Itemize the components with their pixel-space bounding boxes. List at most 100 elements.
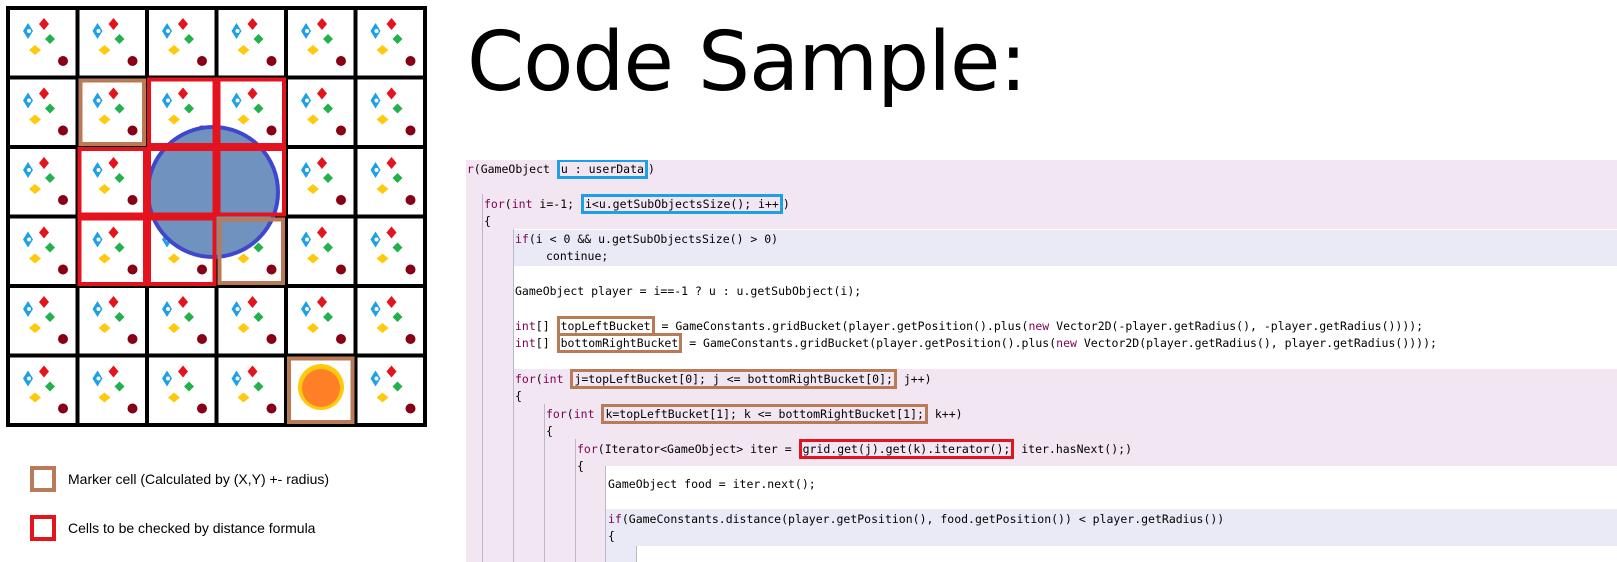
blue-item-highlight [166, 98, 170, 103]
code-line-9: int[] bottomRightBucket = GameConstants.… [515, 333, 1437, 353]
blue-item-highlight [166, 376, 170, 381]
blue-item-highlight [235, 29, 240, 33]
code-text: ) [782, 197, 790, 211]
code-line-8: int[] topLeftBucket = GameConstants.grid… [515, 316, 1424, 336]
blue-item-highlight [305, 307, 309, 311]
darkred-item [58, 334, 68, 344]
blue-item-highlight [305, 237, 309, 242]
kw-int: int [573, 407, 595, 421]
darkred-item [336, 195, 346, 205]
blue-item-highlight [374, 237, 379, 242]
blue-item-highlight [374, 168, 379, 172]
kw-int: int [542, 372, 564, 386]
blue-item-highlight [374, 376, 379, 381]
highlight-loop-cond: i<u.getSubObjectsSize(); i++ [580, 194, 783, 214]
blue-item-highlight [374, 307, 379, 311]
code-text: ( [566, 407, 574, 421]
darkred-item [127, 264, 138, 275]
code-text: Vector2D(-player.getRadius(), -player.ge… [1049, 319, 1424, 333]
check-cell-swatch [30, 515, 56, 541]
darkred-item [336, 264, 346, 275]
code-line-18: { [608, 529, 615, 543]
code-text: (i < 0 && u.getSubObjectsSize() > 0) [528, 232, 779, 246]
blue-item-highlight [96, 237, 101, 242]
blue-item-highlight [166, 29, 170, 33]
kw-if: if [515, 232, 529, 246]
darkred-item [58, 195, 68, 205]
blue-item-highlight [235, 307, 240, 311]
code-text: ( [504, 197, 512, 211]
code-line-1: for(GameObject u : userData) [466, 160, 655, 179]
code-line-3: for(int i=-1; i<u.getSubObjectsSize(); i… [484, 194, 790, 214]
blue-item-highlight [27, 168, 31, 172]
legend-marker-label: Marker cell (Calculated by (X,Y) +- radi… [68, 471, 330, 487]
code-text: i=-1; [532, 197, 581, 211]
code-text: (Iterator<GameObject> iter = [597, 442, 799, 456]
code-line-17: if(GameConstants.distance(player.getPosi… [608, 512, 1224, 526]
darkred-item [405, 125, 416, 136]
code-sample: for(GameObject u : userData) { for(int i… [466, 160, 1617, 562]
blue-item-highlight [96, 307, 101, 311]
code-line-11: { [515, 389, 522, 403]
blue-item-highlight [27, 98, 31, 103]
code-text: (GameObject [473, 162, 557, 176]
code-line-10: for(int j=topLeftBucket[0]; j <= bottomR… [515, 369, 932, 389]
kw-new: new [1028, 319, 1050, 333]
legend-check-cell: Cells to be checked by distance formula [30, 512, 329, 544]
blue-item-highlight [305, 168, 309, 172]
blue-item-highlight [96, 376, 101, 381]
code-text: (GameConstants.distance(player.getPositi… [621, 512, 1225, 526]
darkred-item [58, 56, 68, 66]
darkred-item [58, 403, 68, 414]
kw-for: for [466, 162, 474, 176]
legend-check-label: Cells to be checked by distance formula [68, 520, 316, 536]
code-text: iter.hasNext();) [1014, 442, 1132, 456]
darkred-item [266, 264, 277, 275]
page-title: Code Sample: [467, 15, 1027, 110]
code-line-15: { [577, 459, 584, 473]
code-line-4: { [484, 214, 491, 228]
blue-item-highlight [166, 307, 170, 311]
darkred-item [197, 334, 207, 344]
highlight-loop-var: u : userData [556, 160, 648, 179]
darkred-item [336, 56, 346, 66]
darkred-item [127, 125, 138, 136]
highlight-k-range: k=topLeftBucket[1]; k <= bottomRightBuck… [601, 404, 928, 424]
blue-item-highlight [96, 98, 101, 103]
kw-for: for [546, 407, 567, 421]
code-line-5: if(i < 0 && u.getSubObjectsSize() > 0) [515, 232, 778, 246]
darkred-item [266, 125, 277, 136]
blue-item-highlight [27, 307, 31, 311]
code-text: [] [535, 336, 557, 350]
kw-for: for [515, 372, 536, 386]
darkred-item [336, 125, 346, 136]
code-line-7: GameObject player = i==-1 ? u : u.getSub… [515, 284, 862, 298]
blue-item-highlight [27, 29, 31, 33]
kw-int: int [515, 319, 536, 333]
darkred-item [336, 334, 346, 344]
darkred-item [197, 403, 207, 414]
blue-item-highlight [235, 98, 240, 103]
blue-item-highlight [374, 98, 379, 103]
legend-marker-cell: Marker cell (Calculated by (X,Y) +- radi… [30, 463, 329, 495]
grid-svg [6, 6, 427, 427]
darkred-item [405, 403, 416, 414]
darkred-item [266, 403, 277, 414]
darkred-item [405, 264, 416, 275]
code-text: k++) [927, 407, 963, 421]
darkred-item [405, 334, 416, 344]
code-line-14: for(Iterator<GameObject> iter = grid.get… [577, 439, 1132, 459]
darkred-item [127, 195, 138, 205]
darkred-item [58, 264, 68, 275]
code-text: = GameConstants.gridBucket(player.getPos… [654, 319, 1029, 333]
blue-item-highlight [27, 376, 31, 381]
blue-item-highlight [374, 29, 379, 33]
block-if-body [636, 546, 1617, 562]
blue-item-highlight [27, 237, 31, 242]
highlight-iterator: grid.get(j).get(k).iterator(); [798, 439, 1015, 459]
blue-item-highlight [305, 98, 309, 103]
code-line-12: for(int k=topLeftBucket[1]; k <= bottomR… [546, 404, 963, 424]
darkred-item [127, 56, 138, 66]
darkred-item [266, 334, 277, 344]
kw-for: for [484, 197, 505, 211]
